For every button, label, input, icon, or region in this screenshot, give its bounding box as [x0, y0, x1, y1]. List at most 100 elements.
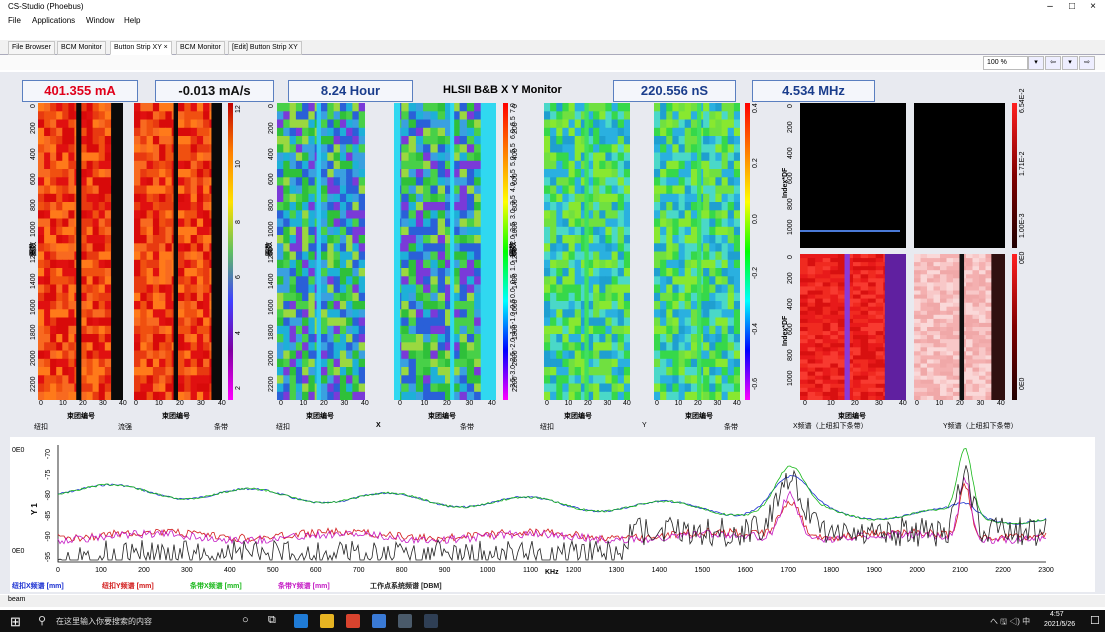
tab-button-strip-xy[interactable]: Button Strip XY ×	[110, 41, 172, 55]
strip-label-x: 条带	[460, 424, 474, 431]
colorbar-fft-bottom-tick: 0E0	[1019, 377, 1026, 390]
legend-button-y: 纽扣Y频谱 [mm]	[102, 583, 154, 590]
file-explorer-icon[interactable]	[320, 614, 334, 628]
bunch-x-axis-1-tick: 0	[39, 400, 43, 407]
zoom-select[interactable]: 100 %	[983, 56, 1028, 70]
menu-window[interactable]: Window	[82, 15, 118, 26]
colorbar-fft-bottom-tick: 0E0	[1019, 251, 1026, 264]
bunch-x-axis-5-tick: 10	[564, 400, 573, 407]
x-axis-label-6: 束团编号	[685, 413, 713, 420]
bunch-x-axis-7-tick: 10	[827, 400, 835, 407]
x-axis-label-5: 束团编号	[564, 413, 592, 420]
x-axis-label-3: 束团编号	[306, 413, 334, 420]
forward-icon[interactable]: ⇨	[1079, 56, 1095, 70]
spectrum-x-tick: 800	[396, 567, 408, 574]
maximize-button[interactable]: □	[1062, 1, 1082, 13]
spectrum-x-tick: 600	[310, 567, 322, 574]
spectrum-x-tick: 2200	[995, 567, 1011, 574]
colorbar-x-tick: -2.0	[510, 338, 517, 351]
zoom-dropdown-icon[interactable]: ▾	[1028, 56, 1044, 70]
notification-icon[interactable]: ☐	[1090, 614, 1100, 627]
colorbar-y-tick: 0.0	[752, 214, 759, 224]
fft-y-axis-bottom-tick: 200	[787, 272, 794, 285]
task-view-icon[interactable]: ○	[242, 614, 249, 626]
app-icon-blue[interactable]	[372, 614, 386, 628]
spectrum-x-tick: 1300	[609, 567, 625, 574]
close-button[interactable]: ×	[1083, 1, 1103, 13]
back-icon[interactable]: ⇦	[1045, 56, 1061, 70]
legend-tune-system: 工作点系统频谱 [DBM]	[370, 583, 442, 590]
back-dropdown-icon[interactable]: ▾	[1062, 56, 1078, 70]
windows-start-icon[interactable]: ⊞	[10, 614, 21, 630]
bunch-x-axis-2-tick: 20	[176, 400, 184, 407]
tab-edit-button-strip-xy[interactable]: [Edit] Button Strip XY	[228, 41, 302, 55]
spectrum-y-tick: -95	[45, 552, 52, 562]
colorbar-fft-top	[1012, 103, 1017, 248]
turns-y-axis-tick: 2000	[30, 350, 37, 367]
turns-y-axis-x-tick: 2200	[268, 376, 275, 393]
beam-current-readout: 401.355 mA	[22, 80, 138, 102]
turns-y-axis-x-tick: 400	[268, 147, 275, 160]
fft-button-x	[800, 103, 906, 248]
spectrum-x-tick: 1400	[652, 567, 668, 574]
minimize-button[interactable]: –	[1040, 1, 1060, 13]
heatmap-button-x	[277, 103, 365, 400]
turns-y-axis-x-tick: 1400	[268, 273, 275, 289]
colorbar-fft-top-tick: 6.54E-2	[1019, 88, 1026, 113]
colorbar-current	[228, 103, 233, 400]
fft-axis-label-top: Index*DF	[782, 167, 789, 198]
legend-strip-x: 条带X频谱 [mm]	[190, 583, 242, 590]
edge-icon[interactable]	[294, 614, 308, 628]
turns-y-axis-tick: 1400	[30, 273, 37, 289]
colorbar-current-tick: 8	[235, 219, 242, 224]
fft-y-axis-bottom-tick: 0	[787, 255, 794, 259]
spectrum-y-top-extra: 0E0	[12, 447, 25, 454]
colorbar-y-tick: -0.4	[752, 322, 759, 335]
tab-bcm-monitor[interactable]: BCM Monitor	[57, 41, 106, 55]
menu-applications[interactable]: Applications	[28, 15, 79, 26]
search-icon[interactable]: ⚲	[38, 614, 46, 627]
terminal-icon[interactable]	[398, 614, 412, 628]
current-rate-readout: -0.013 mA/s	[155, 80, 274, 102]
bunch-x-axis-8-tick: 20	[956, 400, 964, 407]
turns-y-axis-tick: 600	[30, 173, 37, 186]
fft-strip-y	[914, 254, 1005, 400]
heatmap-strip-x	[394, 103, 496, 400]
tab-bcm-monitor-2[interactable]: BCM Monitor	[176, 41, 225, 55]
spectrum-y-tick: -80	[45, 490, 52, 500]
legend-strip-y: 条带Y频谱 [mm]	[278, 583, 330, 590]
bunch-x-axis-1-tick: 40	[119, 400, 127, 407]
turns-y-axis-y-tick: 1000	[512, 221, 519, 238]
bunch-x-axis-8-tick: 40	[997, 400, 1005, 407]
spectrum-x-tick: 1900	[866, 567, 882, 574]
turns-y-axis-x-tick: 1000	[268, 221, 275, 238]
bunch-x-axis-3-tick: 10	[299, 400, 308, 407]
cs-studio-icon[interactable]	[424, 614, 438, 628]
turns-y-axis-x-tick: 0	[268, 104, 275, 108]
spectrum-x-tick: 2000	[909, 567, 925, 574]
system-tray[interactable]: へ 🖫 ◁) 中	[990, 616, 1030, 630]
turns-y-axis-y-tick: 400	[512, 147, 519, 160]
menu-help[interactable]: Help	[120, 15, 144, 26]
bunch-x-axis-6-tick: 30	[713, 400, 722, 407]
frequency-readout: 4.534 MHz	[752, 80, 875, 102]
bunch-x-axis-5-tick: 0	[545, 400, 549, 407]
menu-file[interactable]: File	[4, 15, 25, 26]
spectrum-x-tick: 900	[439, 567, 451, 574]
tab-file-browser[interactable]: File Browser	[8, 41, 55, 55]
app-icon-red[interactable]	[346, 614, 360, 628]
spectrum-x-tick: 200	[138, 567, 150, 574]
bunch-x-axis-1-tick: 20	[79, 400, 87, 407]
taskbar-search-input[interactable]: 在这里输入你要搜索的内容	[56, 616, 152, 627]
multitask-icon[interactable]: ⧉	[268, 614, 276, 627]
turns-y-axis-y-tick: 2000	[512, 350, 519, 367]
bunch-x-axis-7-tick: 30	[875, 400, 883, 407]
spectrum-x-tick: 1500	[695, 567, 711, 574]
turns-y-axis-tick: 2200	[30, 376, 37, 393]
heatmap-strip-y	[654, 103, 740, 400]
bunch-x-axis-7-tick: 0	[803, 400, 807, 407]
colorbar-current-tick: 4	[235, 330, 242, 335]
colorbar-y-tick: 0.4	[752, 103, 759, 113]
turns-y-axis-y-tick: 1800	[512, 324, 519, 341]
fft-strip-x	[800, 254, 906, 400]
